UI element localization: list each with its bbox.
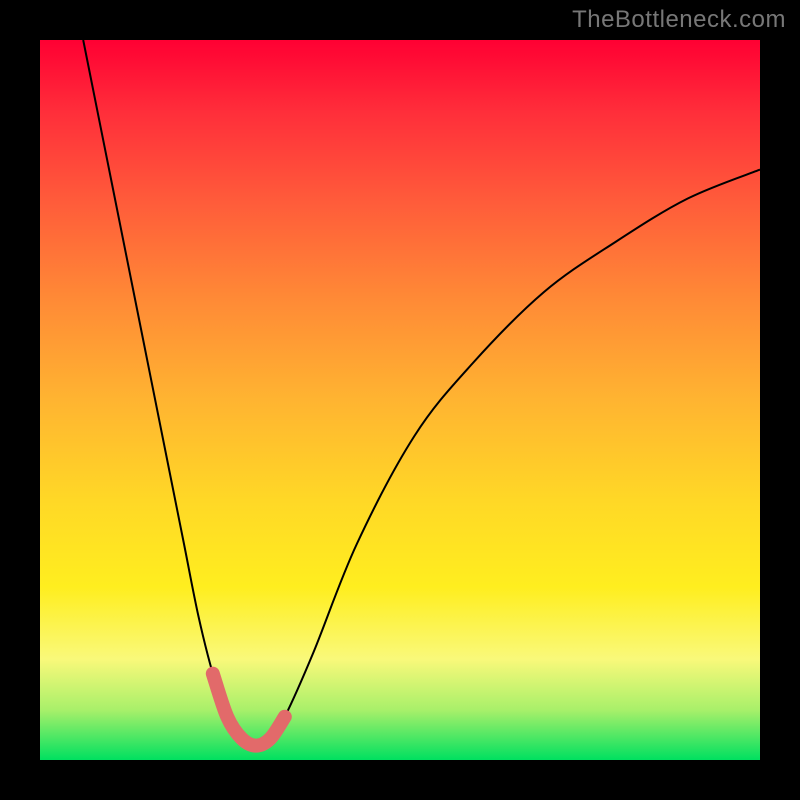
curve-svg bbox=[40, 40, 760, 760]
bottleneck-curve bbox=[83, 40, 760, 746]
chart-frame: TheBottleneck.com bbox=[0, 0, 800, 800]
watermark-text: TheBottleneck.com bbox=[572, 6, 786, 34]
bottleneck-highlight bbox=[213, 674, 285, 746]
plot-area bbox=[40, 40, 760, 760]
